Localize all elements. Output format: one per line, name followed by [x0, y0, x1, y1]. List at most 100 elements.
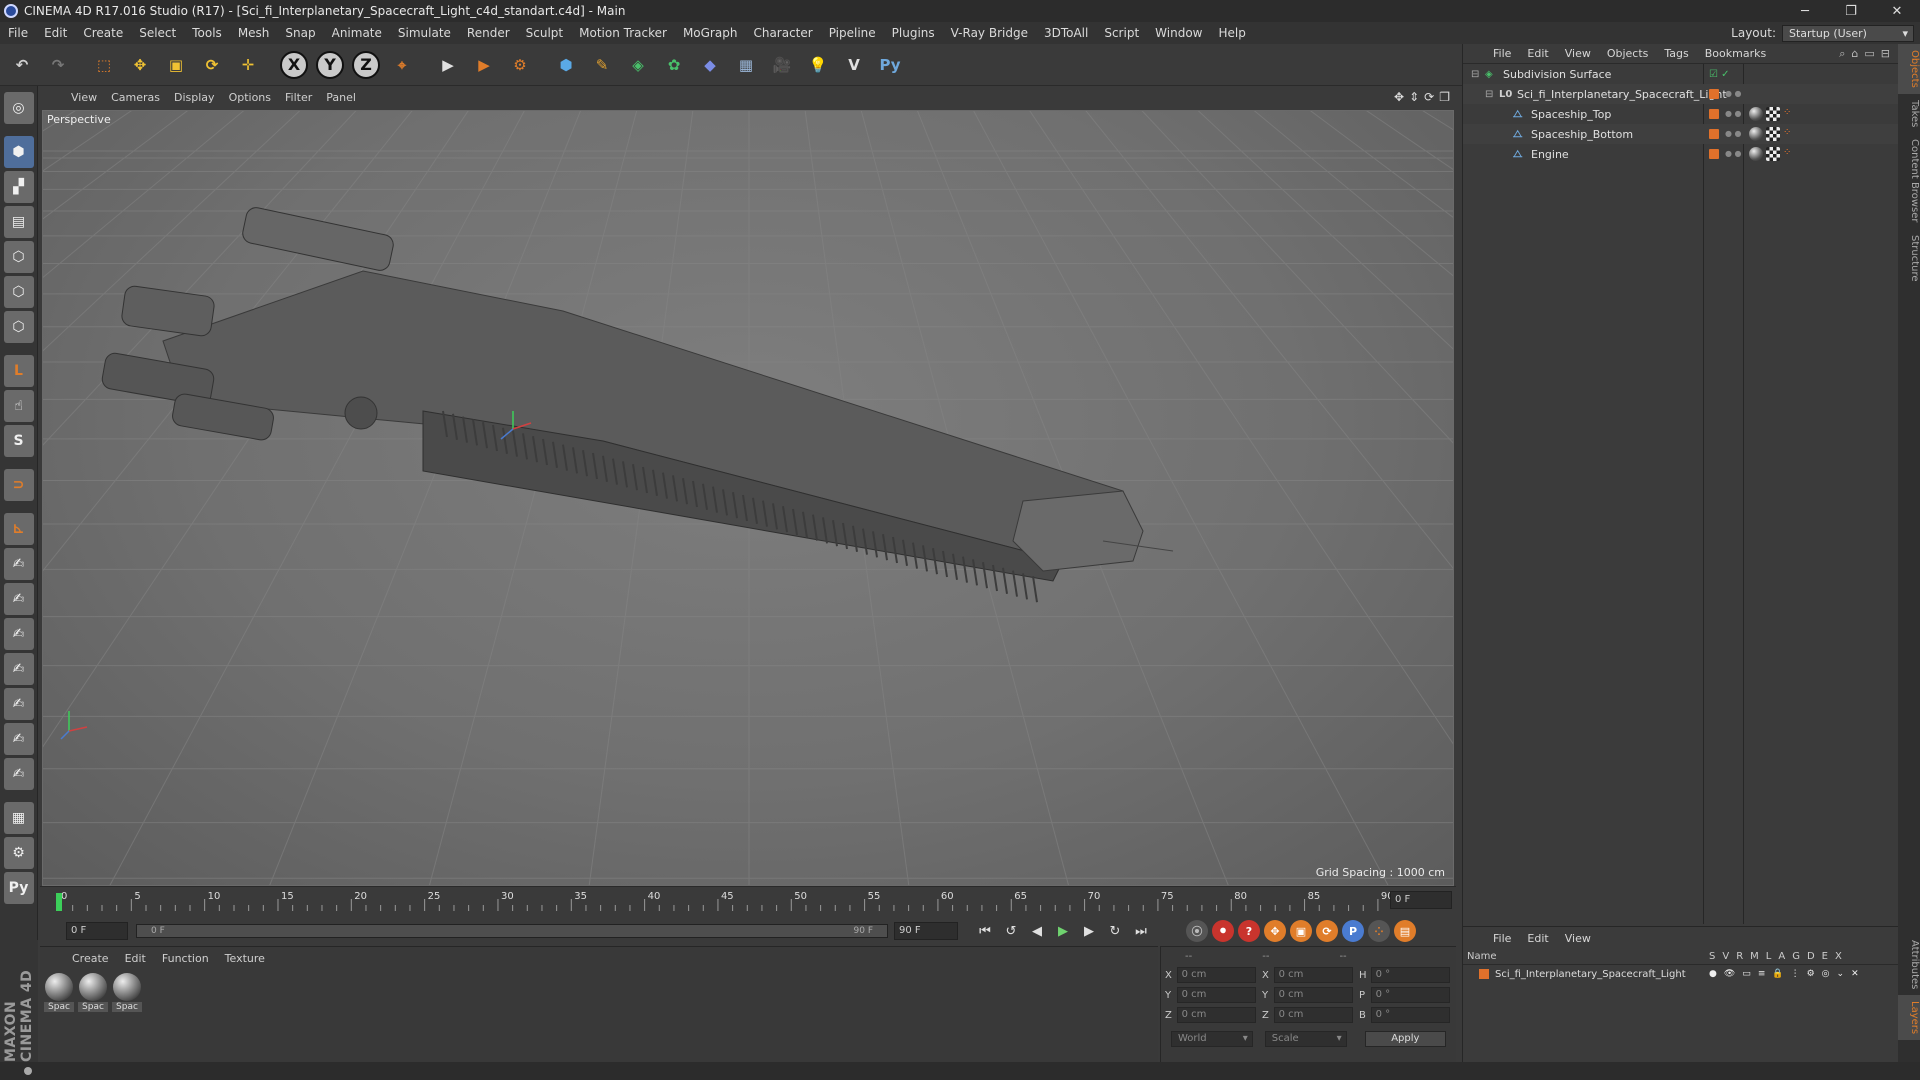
side-tab-objects[interactable]: Objects — [1898, 44, 1920, 94]
rotate-button[interactable]: ⟳ — [196, 49, 228, 81]
visibility-toggle-icon[interactable]: ● ● — [1725, 150, 1742, 158]
key-pla-button[interactable]: ⁘ — [1368, 920, 1390, 942]
tree-row[interactable]: ⧍ Spaceship_Top ● ● ⁘ — [1463, 104, 1898, 124]
undo-button[interactable]: ↶ — [6, 49, 38, 81]
object-menu-tags[interactable]: Tags — [1656, 47, 1696, 60]
material-menu-texture[interactable]: Texture — [217, 952, 273, 965]
menu-sculpt[interactable]: Sculpt — [518, 22, 571, 44]
menu-plugins[interactable]: Plugins — [884, 22, 943, 44]
key-position-button[interactable]: ✥ — [1264, 920, 1286, 942]
side-tab-takes[interactable]: Takes — [1898, 94, 1920, 133]
expand-toggle-icon[interactable]: ⊟ — [1485, 89, 1493, 100]
restore-button[interactable]: ❐ — [1828, 0, 1874, 22]
apply-button[interactable]: Apply — [1364, 1031, 1447, 1047]
live-select-button[interactable]: ⬚ — [88, 49, 120, 81]
visibility-toggle-icon[interactable]: ● ● — [1725, 110, 1742, 118]
workplane-button[interactable]: ▤ — [3, 206, 34, 238]
material-swatch[interactable]: Spac — [78, 973, 108, 1012]
selection-tag-icon[interactable]: ⁘ — [1783, 107, 1797, 121]
autokey-button[interactable]: ⏺ — [1212, 920, 1234, 942]
solo-button[interactable]: S — [3, 425, 34, 457]
menu-file[interactable]: File — [0, 22, 36, 44]
move-button[interactable]: ✥ — [124, 49, 156, 81]
cube-button[interactable]: ⬢ — [550, 49, 582, 81]
prev-key-button[interactable]: ↺ — [998, 919, 1024, 943]
layer-color-swatch[interactable] — [1709, 89, 1719, 99]
layer-menu-edit[interactable]: Edit — [1519, 932, 1556, 945]
next-frame-button[interactable]: ▶ — [1076, 919, 1102, 943]
coordinate-type-dropdown[interactable]: Scale — [1264, 1031, 1347, 1047]
close-button[interactable]: ✕ — [1874, 0, 1920, 22]
zoom-view-icon[interactable]: ⇕ — [1409, 90, 1419, 104]
next-key-button[interactable]: ↻ — [1102, 919, 1128, 943]
workplane-axis-button[interactable]: ⊾ — [3, 513, 34, 545]
coordinate-system-button[interactable]: ⌖ — [386, 49, 418, 81]
paint-tool-button[interactable]: ✍ — [3, 653, 34, 685]
keyframe-selection-button[interactable]: ? — [1238, 920, 1260, 942]
material-menu-edit[interactable]: Edit — [117, 952, 154, 965]
mograph-cloner-button[interactable]: ✿ — [658, 49, 690, 81]
deformer-button[interactable]: ◆ — [694, 49, 726, 81]
menu-v-ray-bridge[interactable]: V-Ray Bridge — [943, 22, 1036, 44]
position-x-field[interactable]: 0 cm — [1176, 967, 1256, 983]
render-view-button[interactable]: ▶ — [432, 49, 464, 81]
spline-pen-button[interactable]: ✎ — [586, 49, 618, 81]
menu-render[interactable]: Render — [459, 22, 518, 44]
solo-toggle-icon[interactable]: ● — [1709, 969, 1717, 979]
object-menu-view[interactable]: View — [1557, 47, 1599, 60]
selection-tag-icon[interactable]: ⁘ — [1783, 127, 1797, 141]
object-menu-bookmarks[interactable]: Bookmarks — [1697, 47, 1774, 60]
tree-row[interactable]: ⊟ ◈ Subdivision Surface ☑ ✓ — [1463, 64, 1898, 84]
knife-tool-button[interactable]: ✍ — [3, 618, 34, 650]
current-frame-field[interactable]: 0 F — [1390, 891, 1452, 909]
side-tab-layers[interactable]: Layers — [1898, 995, 1920, 1041]
visibility-toggle-icon[interactable]: ● ● — [1725, 130, 1742, 138]
material-menu-function[interactable]: Function — [154, 952, 217, 965]
menu-motion-tracker[interactable]: Motion Tracker — [571, 22, 675, 44]
object-menu-objects[interactable]: Objects — [1599, 47, 1657, 60]
tree-row[interactable]: ⧍ Engine ● ● ⁘ — [1463, 144, 1898, 164]
render-picture-viewer-button[interactable]: ▶ — [468, 49, 500, 81]
gear-workplane-button[interactable]: ⚙ — [3, 837, 34, 869]
python-script-button[interactable]: Py — [3, 872, 34, 904]
record-keys-button[interactable]: ⦿ — [1186, 920, 1208, 942]
enable-check-icon[interactable]: ☑ ✓ — [1709, 69, 1730, 80]
deformer-toggle-icon[interactable]: ◎ — [1822, 969, 1830, 979]
position-z-field[interactable]: 0 cm — [1176, 1007, 1256, 1023]
subdivision-surface-button[interactable]: ◈ — [622, 49, 654, 81]
camera-button[interactable]: 🎥 — [766, 49, 798, 81]
visibility-toggle-icon[interactable]: ● ● — [1725, 90, 1742, 98]
polygons-mode-button[interactable]: ⬡ — [3, 311, 34, 343]
side-tab-structure[interactable]: Structure — [1898, 229, 1920, 288]
sculpt-smooth-button[interactable]: ✍ — [3, 758, 34, 790]
pin-tool-button[interactable]: ✍ — [3, 583, 34, 615]
edges-mode-button[interactable]: ⬡ — [3, 276, 34, 308]
prev-frame-button[interactable]: ◀ — [1024, 919, 1050, 943]
axis-x-button[interactable]: X — [278, 49, 310, 81]
generator-toggle-icon[interactable]: ⚙ — [1807, 969, 1815, 979]
viewport-menu-filter[interactable]: Filter — [278, 91, 319, 104]
timeline-button[interactable]: ▤ — [1394, 920, 1416, 942]
rotate-view-icon[interactable]: ⟳ — [1424, 90, 1434, 104]
texture-tag-icon[interactable] — [1766, 147, 1780, 161]
material-swatch[interactable]: Spac — [44, 973, 74, 1012]
layer-color-swatch[interactable] — [1709, 109, 1719, 119]
menu-script[interactable]: Script — [1096, 22, 1147, 44]
texture-tag-icon[interactable] — [1766, 107, 1780, 121]
object-menu-edit[interactable]: Edit — [1519, 47, 1556, 60]
play-button[interactable]: ▶ — [1050, 919, 1076, 943]
material-menu-create[interactable]: Create — [64, 952, 117, 965]
coordinate-mode-dropdown[interactable]: World — [1171, 1031, 1253, 1047]
transform-button[interactable]: ✛ — [232, 49, 264, 81]
side-tab-content-browser[interactable]: Content Browser — [1898, 133, 1920, 228]
vray-button[interactable]: V — [838, 49, 870, 81]
tree-row[interactable]: ⧍ Spaceship_Bottom ● ● ⁘ — [1463, 124, 1898, 144]
perspective-viewport[interactable]: Perspective Grid Spacing: 1000 cm — [42, 110, 1454, 886]
lock-workplane-button[interactable]: ▦ — [3, 802, 34, 834]
python-button[interactable]: Py — [874, 49, 906, 81]
menu-create[interactable]: Create — [75, 22, 131, 44]
layer-row[interactable]: Sci_fi_Interplanetary_Spacecraft_Light ●… — [1463, 965, 1898, 983]
minimize-button[interactable]: ─ — [1782, 0, 1828, 22]
axis-mode-button[interactable]: L — [3, 355, 34, 387]
expression-toggle-icon[interactable]: ⌄ — [1837, 969, 1845, 979]
